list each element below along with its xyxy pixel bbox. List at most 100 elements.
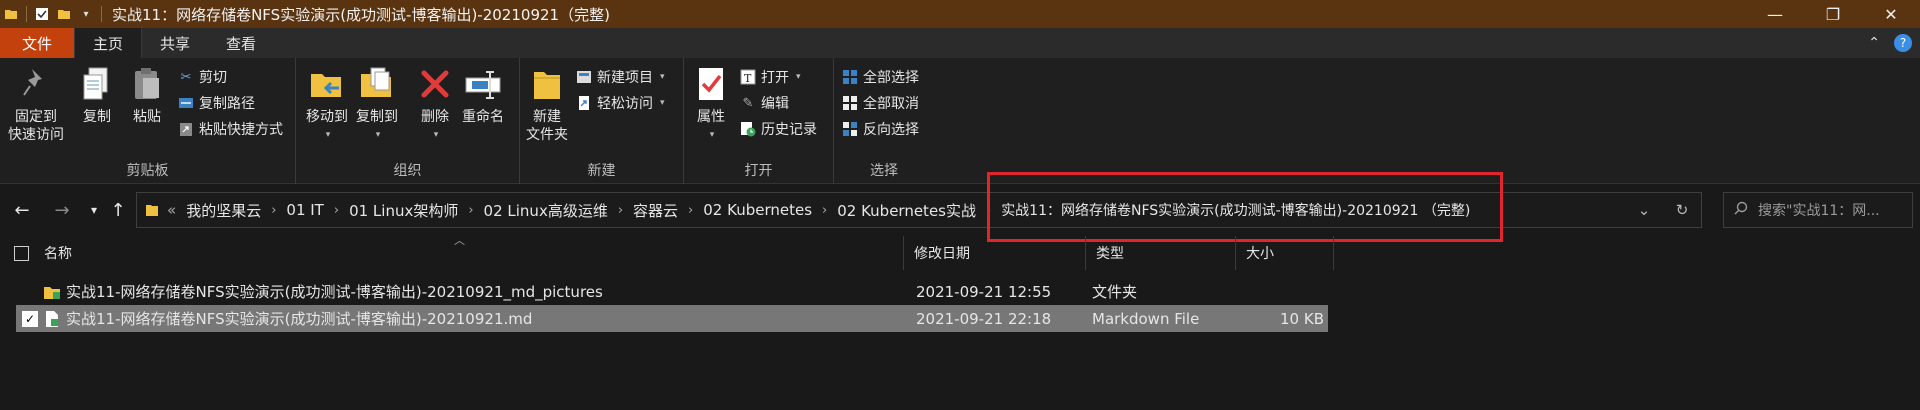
search-input[interactable]: 搜索"实战11：网... bbox=[1723, 192, 1913, 228]
select-all-icon bbox=[842, 69, 858, 85]
open-button[interactable]: T 打开 ▾ bbox=[740, 66, 801, 88]
select-group-label: 选择 bbox=[870, 163, 898, 179]
breadcrumb-item[interactable]: 02 Kubernetes bbox=[703, 201, 812, 219]
cut-button[interactable]: ✂ 剪切 bbox=[178, 66, 227, 88]
copy-path-button[interactable]: 复制路径 bbox=[178, 92, 255, 114]
recent-locations-chevron-icon[interactable]: ▾ bbox=[82, 198, 106, 222]
chevron-down-icon: ▾ bbox=[709, 130, 715, 140]
customize-toolbar-dropdown-icon[interactable]: ▾ bbox=[75, 0, 97, 28]
paste-icon bbox=[128, 64, 166, 104]
minimize-button[interactable]: — bbox=[1746, 0, 1804, 28]
properties-button[interactable]: 属性 ▾ bbox=[692, 64, 730, 144]
pin-label-2: 快速访问 bbox=[8, 127, 64, 143]
address-history-chevron-icon[interactable]: ⌄ bbox=[1625, 193, 1663, 227]
refresh-icon[interactable]: ↻ bbox=[1663, 193, 1701, 227]
rename-label: 重命名 bbox=[462, 109, 504, 125]
rename-button[interactable]: 重命名 bbox=[462, 64, 504, 126]
tab-home[interactable]: 主页 bbox=[74, 28, 143, 58]
column-header-name[interactable]: 名称 bbox=[34, 236, 904, 270]
folder-icon bbox=[42, 282, 62, 302]
delete-button[interactable]: 删除 ▾ bbox=[416, 64, 454, 144]
chevron-down-icon: ▾ bbox=[375, 130, 381, 140]
paste-button[interactable]: 粘贴 bbox=[128, 64, 166, 126]
paste-shortcut-icon bbox=[178, 121, 194, 137]
move-to-button[interactable]: 移动到 ▾ bbox=[306, 64, 348, 144]
select-all-label: 全部选择 bbox=[863, 70, 919, 86]
select-all-button[interactable]: 全部选择 bbox=[842, 66, 919, 88]
select-all-checkbox[interactable] bbox=[14, 246, 29, 261]
back-arrow-icon[interactable]: ← bbox=[10, 198, 34, 222]
chevron-right-icon[interactable]: › bbox=[334, 203, 339, 218]
copy-button[interactable]: 复制 bbox=[78, 64, 116, 126]
chevron-right-icon[interactable]: › bbox=[618, 203, 623, 218]
scissors-icon: ✂ bbox=[180, 69, 192, 85]
folder-icon bbox=[145, 202, 159, 218]
ribbon-tabs: 文件 主页 共享 查看 ⌃ ? bbox=[0, 28, 1920, 58]
new-folder-quick-button[interactable] bbox=[53, 0, 75, 28]
breadcrumb-item[interactable]: 容器云 bbox=[633, 200, 678, 221]
svg-text:T: T bbox=[744, 72, 752, 85]
file-type: 文件夹 bbox=[1092, 283, 1138, 301]
row-checkbox[interactable] bbox=[22, 284, 38, 300]
maximize-button[interactable]: ❐ bbox=[1804, 0, 1862, 28]
chevron-down-icon: ▾ bbox=[660, 72, 665, 82]
pin-to-quick-access-button[interactable]: 固定到 快速访问 bbox=[8, 64, 64, 144]
folder-icon bbox=[0, 0, 22, 28]
breadcrumb-item[interactable]: 02 Kubernetes实战 bbox=[837, 200, 976, 221]
invert-selection-button[interactable]: 反向选择 bbox=[842, 118, 919, 140]
file-row-selected[interactable]: ✓ 实战11-网络存储卷NFS实验演示(成功测试-博客输出)-20210921.… bbox=[16, 305, 1328, 332]
cut-label: 剪切 bbox=[199, 70, 227, 86]
move-to-icon bbox=[308, 64, 346, 104]
copy-to-button[interactable]: 复制到 ▾ bbox=[356, 64, 398, 144]
breadcrumb-item[interactable]: 01 Linux架构师 bbox=[349, 200, 458, 221]
address-bar-controls: ⌄ ↻ bbox=[1625, 193, 1701, 227]
copy-path-icon bbox=[178, 95, 194, 111]
breadcrumb-overflow[interactable]: « bbox=[167, 201, 176, 219]
highlight-box bbox=[987, 172, 1503, 242]
column-header-modified[interactable]: 修改日期 bbox=[904, 236, 1086, 270]
tab-view[interactable]: 查看 bbox=[208, 28, 274, 58]
row-checkbox-checked[interactable]: ✓ bbox=[22, 310, 38, 327]
edit-button[interactable]: ✎ 编辑 bbox=[740, 92, 789, 114]
navigation-bar: ← → ▾ ↑ « 我的坚果云 › 01 IT › 01 Linux架构师 › 02 … bbox=[0, 186, 1920, 234]
title-bar: ▾ 实战11：网络存储卷NFS实验演示(成功测试-博客输出)-20210921（… bbox=[0, 0, 1920, 28]
paste-shortcut-button[interactable]: 粘贴快捷方式 bbox=[178, 118, 283, 140]
help-icon[interactable]: ? bbox=[1894, 34, 1912, 52]
new-item-button[interactable]: 新建项目 ▾ bbox=[576, 66, 665, 88]
quick-access-toolbar: ▾ bbox=[0, 0, 106, 28]
new-folder-icon bbox=[528, 64, 566, 104]
select-none-button[interactable]: 全部取消 bbox=[842, 92, 919, 114]
close-button[interactable]: ✕ bbox=[1862, 0, 1920, 28]
new-folder-label-2: 文件夹 bbox=[526, 127, 568, 143]
column-header-type[interactable]: 类型 bbox=[1086, 236, 1236, 270]
column-header-size[interactable]: 大小 bbox=[1236, 236, 1334, 270]
invert-selection-label: 反向选择 bbox=[863, 122, 919, 138]
tab-file[interactable]: 文件 bbox=[0, 28, 75, 58]
new-folder-button[interactable]: 新建 文件夹 bbox=[526, 64, 568, 144]
delete-label: 删除 bbox=[421, 109, 449, 125]
breadcrumb-item[interactable]: 01 IT bbox=[286, 201, 323, 219]
organize-group: 移动到 ▾ 复制到 ▾ 删除 ▾ 重命名 组织 bbox=[296, 58, 520, 184]
chevron-right-icon[interactable]: › bbox=[271, 203, 276, 218]
properties-quick-button[interactable] bbox=[31, 0, 53, 28]
markdown-file-icon bbox=[42, 309, 62, 329]
easy-access-button[interactable]: 轻松访问 ▾ bbox=[576, 92, 665, 114]
forward-arrow-icon[interactable]: → bbox=[50, 198, 74, 222]
edit-label: 编辑 bbox=[761, 96, 789, 112]
history-button[interactable]: 历史记录 bbox=[740, 118, 817, 140]
up-arrow-icon[interactable]: ↑ bbox=[106, 198, 130, 222]
select-group: 全部选择 全部取消 反向选择 选择 bbox=[834, 58, 934, 184]
file-row[interactable]: 实战11-网络存储卷NFS实验演示(成功测试-博客输出)-20210921_md… bbox=[16, 278, 1328, 305]
tab-share[interactable]: 共享 bbox=[142, 28, 208, 58]
collapse-ribbon-icon[interactable]: ⌃ bbox=[1868, 35, 1880, 51]
file-name: 实战11-网络存储卷NFS实验演示(成功测试-博客输出)-20210921_md… bbox=[66, 283, 603, 301]
copy-icon bbox=[78, 64, 116, 104]
pin-label-1: 固定到 bbox=[15, 109, 57, 125]
column-headers: 名称 修改日期 类型 大小 bbox=[0, 236, 1920, 270]
organize-group-label: 组织 bbox=[393, 163, 422, 179]
chevron-right-icon[interactable]: › bbox=[688, 203, 693, 218]
breadcrumb-item[interactable]: 02 Linux高级运维 bbox=[484, 200, 608, 221]
chevron-right-icon[interactable]: › bbox=[468, 203, 473, 218]
breadcrumb-item[interactable]: 我的坚果云 bbox=[186, 200, 261, 221]
chevron-right-icon[interactable]: › bbox=[822, 203, 827, 218]
